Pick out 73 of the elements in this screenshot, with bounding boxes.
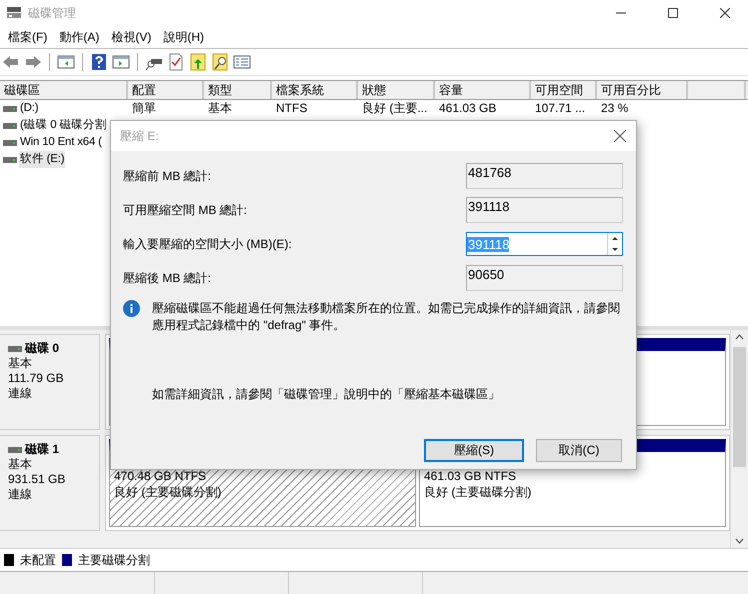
menu-item[interactable]: 檢視(V): [105, 28, 158, 46]
readonly-field: 481768: [466, 163, 623, 189]
partition-text: 良好 (主要磁碟分割): [424, 484, 532, 500]
info-icon: [123, 300, 140, 317]
drive-icon: [3, 122, 17, 128]
table-cell-text: NTFS: [275, 100, 308, 117]
disk-type: 基本: [8, 457, 33, 472]
disk-size: 111.79 GB: [8, 371, 65, 386]
close-icon[interactable]: [720, 8, 730, 18]
table-cell-text: 107.71 ...: [534, 100, 586, 117]
cancel-button[interactable]: 取消(C): [536, 439, 622, 462]
checklist-icon[interactable]: [167, 53, 185, 71]
disk-info-panel[interactable]: 磁碟 0 基本 111.79 GB 連線: [0, 334, 100, 430]
info-text: 壓縮磁碟區不能超過任何無法移動檔案所在的位置。如需已完成操作的詳細資訊，請參閱應用程式記錄檔中的 "defrag" 事件。: [152, 300, 621, 334]
column-header[interactable]: 類型: [204, 81, 272, 99]
menu-item[interactable]: 檔案(F): [2, 28, 54, 46]
table-cell-text: 簡單: [131, 100, 157, 117]
partition-text: 良好 (主要磁碟分割): [114, 484, 222, 500]
readonly-field: 391118: [466, 197, 623, 223]
column-header[interactable]: 檔案系統: [272, 81, 358, 99]
panel-icon[interactable]: [57, 53, 75, 71]
disk-type: 基本: [8, 356, 33, 371]
field-label: 壓縮前 MB 總計:: [123, 168, 212, 184]
column-header[interactable]: 可用百分比: [597, 81, 688, 99]
app-icon: [6, 6, 22, 20]
legend-label: 主要磁碟分割: [78, 552, 150, 568]
drive-icon: [8, 346, 22, 352]
field-label: 可用壓縮空間 MB 總計:: [123, 202, 248, 218]
properties-icon[interactable]: [233, 53, 251, 71]
readonly-field: 90650: [466, 265, 623, 291]
column-header[interactable]: 狀態: [358, 81, 435, 99]
volume-name[interactable]: Win 10 Ent x64 (: [19, 134, 103, 151]
drive-icon: [3, 140, 17, 146]
table-cell-text: 良好 (主要...: [361, 100, 428, 117]
drive-icon: [3, 106, 17, 112]
folder-search-icon[interactable]: [211, 53, 229, 71]
column-header[interactable]: 容量: [435, 81, 531, 99]
shrink-button[interactable]: 壓縮(S): [424, 439, 524, 462]
help-icon[interactable]: [90, 53, 108, 71]
partition-text: 470.48 GB NTFS: [114, 468, 208, 484]
back-icon[interactable]: [2, 53, 20, 71]
forward-icon[interactable]: [24, 53, 42, 71]
field-label: 輸入要壓縮的空間大小 (MB)(E):: [123, 236, 293, 252]
dialog-title: 壓縮 E:: [120, 128, 160, 144]
disk-status: 連線: [8, 487, 33, 502]
disk-size: 931.51 GB: [8, 472, 66, 487]
field-label: 壓縮後 MB 總計:: [123, 270, 212, 286]
panel-icon[interactable]: [112, 53, 130, 71]
partition-text: 461.03 GB NTFS: [424, 468, 518, 484]
table-cell-text: 23 %: [600, 100, 630, 117]
disk-name: 磁碟 1: [25, 442, 60, 457]
disk-name: 磁碟 0: [25, 341, 60, 356]
close-icon[interactable]: [614, 130, 626, 142]
disk-status: 連線: [8, 386, 33, 401]
volume-name[interactable]: (磁碟 0 磁碟分割: [19, 117, 108, 134]
folder-up-icon[interactable]: [189, 53, 207, 71]
menu-item[interactable]: 說明(H): [157, 28, 210, 46]
volume-name[interactable]: 软件 (E:): [19, 151, 66, 168]
disk-info-panel[interactable]: 磁碟 1 基本 931.51 GB 連線: [0, 435, 100, 531]
volume-name[interactable]: (D:): [19, 100, 40, 117]
maximize-icon[interactable]: [668, 8, 678, 18]
menu-item[interactable]: 動作(A): [53, 28, 106, 46]
table-cell-text: 461.03 GB: [438, 100, 498, 117]
table-cell-text: 基本: [207, 100, 233, 117]
scrollbar[interactable]: [730, 330, 748, 548]
column-header[interactable]: 配置: [128, 81, 204, 99]
legend-label: 未配置: [20, 552, 56, 568]
help-text: 如需詳細資訊，請參閱「磁碟管理」說明中的「壓縮基本磁碟區」: [151, 386, 501, 403]
drive-icon: [3, 156, 17, 162]
drive-icon: [8, 446, 22, 452]
column-header[interactable]: 可用空間: [531, 81, 597, 99]
window-title: 磁碟管理: [28, 4, 77, 22]
column-header[interactable]: 磁碟區: [0, 81, 128, 99]
